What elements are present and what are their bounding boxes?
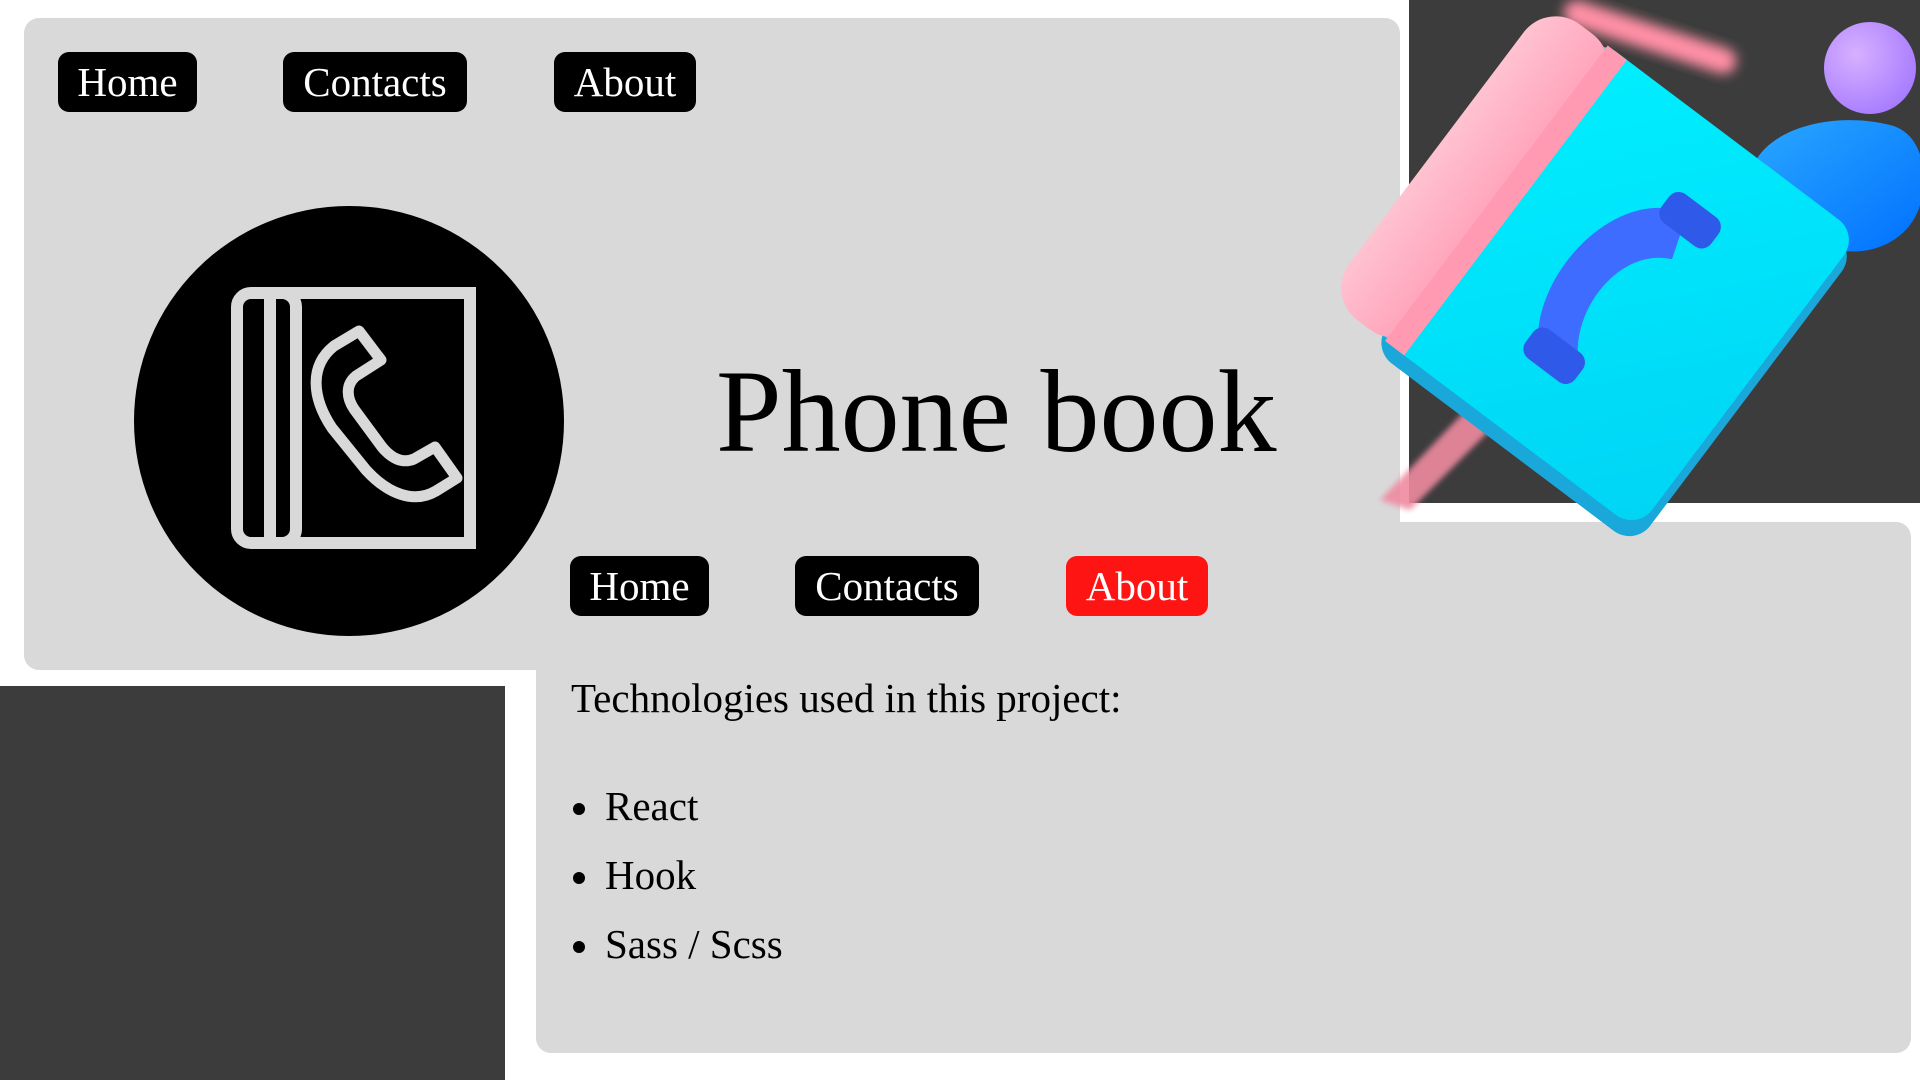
technologies-heading: Technologies used in this project: (571, 675, 1122, 721)
phone-book-icon (134, 206, 564, 636)
technology-item-react: React (571, 772, 783, 841)
about-page-panel: Home Contacts About Technologies used in… (536, 522, 1911, 1053)
nav-contacts-button[interactable]: Contacts (795, 556, 979, 616)
nav-contacts-button[interactable]: Contacts (283, 52, 467, 112)
nav-about-button[interactable]: About (554, 52, 696, 112)
technologies-list: React Hook Sass / Scss (571, 772, 783, 979)
nav-about-button-active[interactable]: About (1066, 556, 1208, 616)
nav-home-button[interactable]: Home (570, 556, 709, 616)
technology-item-sass: Sass / Scss (571, 910, 783, 979)
technology-item-hook: Hook (571, 841, 783, 910)
nav-home-button[interactable]: Home (58, 52, 197, 112)
background-block-bottom-left (0, 686, 505, 1080)
phone-book-3d-icon (1341, 0, 1920, 537)
page-title: Phone book (716, 346, 1277, 477)
